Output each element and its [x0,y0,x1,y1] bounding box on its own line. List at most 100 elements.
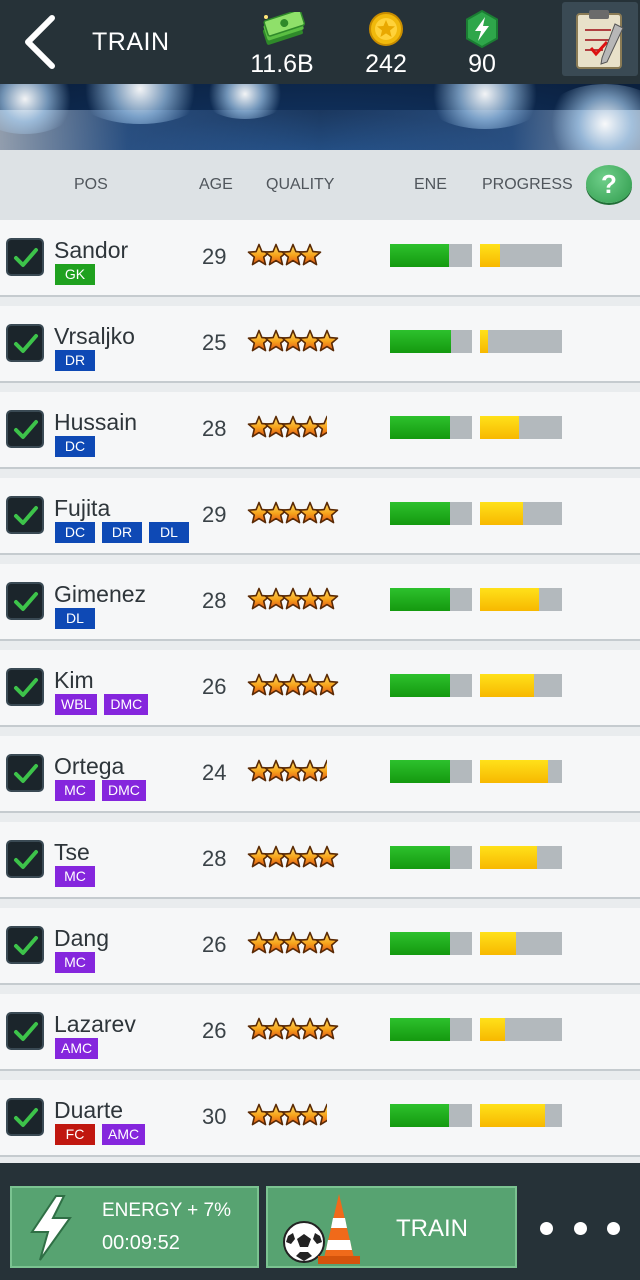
progress-bar [480,760,562,783]
energy-column-label: ENE [414,176,447,193]
coins-counter: 242 [341,10,431,79]
clipboard-button[interactable] [562,2,638,76]
position-badges: WBL DMC [55,694,149,715]
position-badge: FC [55,1124,95,1145]
progress-bar-fill [480,846,538,869]
player-name: Tse [54,839,90,865]
player-name: Fujita [54,495,111,521]
progress-bar-fill [480,760,549,783]
checkmark-icon [14,678,38,697]
checkmark-icon [14,334,38,353]
position-badge: AMC [102,1124,146,1145]
player-list: Sandor GK 29 Vrsaljko DR 25 Hussain DC 28 Fujita D… [0,220,640,1166]
progress-bar [480,416,562,439]
player-row[interactable]: Sandor GK 29 [0,220,640,297]
position-badges: MC DMC [55,780,146,801]
progress-bar-fill [480,502,524,525]
checkmark-icon [14,764,38,783]
energy-bar-fill [390,760,450,783]
quality-stars [247,415,327,438]
player-row[interactable]: Hussain DC 28 [0,392,640,469]
player-row[interactable]: Vrsaljko DR 25 [0,306,640,383]
player-row[interactable]: Lazarev AMC 26 [0,994,640,1071]
select-checkbox[interactable] [6,410,44,448]
help-button[interactable]: ? [586,165,632,203]
back-button[interactable] [18,12,64,72]
quality-column-label: QUALITY [266,176,335,193]
player-age: 29 [202,502,227,527]
progress-bar-fill [480,1018,506,1041]
progress-bar [480,1104,562,1127]
select-checkbox[interactable] [6,926,44,964]
position-badges: FC AMC [55,1124,146,1145]
energy-bar-fill [390,244,450,267]
progress-bar [480,330,562,353]
energy-bar [390,846,472,869]
select-checkbox[interactable] [6,238,44,276]
select-checkbox[interactable] [6,840,44,878]
player-age: 26 [202,932,227,957]
select-checkbox[interactable] [6,754,44,792]
stadium-banner [0,84,640,150]
cash-counter: 11.6B [237,10,327,79]
progress-bar-fill [480,330,489,353]
position-badge: DMC [102,780,146,801]
progress-bar [480,846,562,869]
quality-stars [247,759,327,782]
select-checkbox[interactable] [6,582,44,620]
select-checkbox[interactable] [6,1098,44,1136]
energy-bar-fill [390,1104,450,1127]
progress-bar-fill [480,674,535,697]
position-badge: DC [55,522,95,543]
player-row[interactable]: Dang MC 26 [0,908,640,985]
player-row[interactable]: Gimenez DL 28 [0,564,640,641]
player-name: Ortega [54,753,125,779]
quality-stars [247,845,339,868]
player-row[interactable]: Duarte FC AMC 30 [0,1080,640,1157]
quality-stars [247,587,339,610]
player-name: Duarte [54,1097,124,1123]
progress-bar [480,588,562,611]
position-badge: DR [102,522,142,543]
top-bar: TRAIN 11.6B 242 90 [0,0,640,84]
energy-bar-fill [390,416,450,439]
progress-bar [480,932,562,955]
player-row[interactable]: Kim WBL DMC 26 [0,650,640,727]
quality-stars [247,1103,327,1126]
training-cone-icon [318,1194,360,1264]
position-badges: MC [55,952,95,973]
quality-stars [247,501,339,524]
quality-stars [247,329,339,352]
player-row[interactable]: Fujita DC DR DL 29 [0,478,640,555]
energy-boost-label: ENERGY + 7% [102,1200,232,1221]
progress-bar [480,1018,562,1041]
checkmark-icon [14,592,38,611]
energy-bar [390,416,472,439]
player-row[interactable]: Ortega MC DMC 24 [0,736,640,813]
player-age: 26 [202,1018,227,1043]
player-row[interactable]: Tse MC 28 [0,822,640,899]
player-age: 24 [202,760,227,785]
energy-bar-fill [390,846,450,869]
energy-boost-button[interactable]: ENERGY + 7% 00:09:52 [10,1186,259,1268]
select-checkbox[interactable] [6,324,44,362]
energy-bar [390,1018,472,1041]
position-badge: GK [55,264,95,285]
select-checkbox[interactable] [6,496,44,534]
select-checkbox[interactable] [6,668,44,706]
energy-bolt-icon [466,10,498,48]
position-badges: MC [55,866,95,887]
position-badge: DC [55,436,95,457]
more-dots-icon[interactable] [540,1213,620,1243]
energy-bar [390,502,472,525]
player-age: 25 [202,330,227,355]
energy-counter: 90 [437,10,527,79]
energy-bar-fill [390,1018,450,1041]
position-badge: MC [55,952,95,973]
train-button[interactable]: TRAIN [266,1186,517,1268]
player-name: Hussain [54,409,138,435]
select-checkbox[interactable] [6,1012,44,1050]
quality-stars [247,243,322,266]
energy-bar [390,760,472,783]
position-badge: DMC [104,694,149,715]
